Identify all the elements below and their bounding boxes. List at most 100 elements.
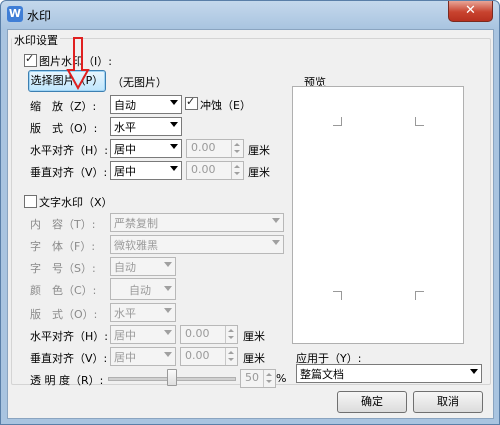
text-layout-value: 水平: [114, 307, 136, 320]
transparency-label: 透 明 度（R）:: [30, 374, 104, 387]
chevron-down-icon: [272, 218, 280, 223]
chevron-down-icon: [170, 144, 178, 149]
chevron-down-icon: [164, 262, 172, 267]
chevron-down-icon: [272, 240, 280, 245]
page-corner-mark: [333, 291, 342, 300]
color-label: 颜 色（C）:: [30, 284, 97, 297]
up-arrow-icon: [234, 143, 240, 146]
font-select[interactable]: 微软雅黑: [110, 235, 284, 254]
image-halign-label: 水平对齐（H）:: [30, 144, 108, 157]
size-label: 字 号（S）:: [30, 262, 96, 275]
image-valign-offset-value: 0.00: [191, 163, 216, 176]
text-watermark-label: 文字水印（X）: [39, 196, 113, 209]
chevron-down-icon: [164, 308, 172, 313]
spin-buttons[interactable]: [225, 348, 237, 365]
apply-to-value: 整篇文档: [300, 368, 344, 381]
image-valign-value: 居中: [114, 165, 136, 178]
text-layout-label: 版 式（O）:: [30, 308, 98, 321]
washout-checkbox[interactable]: [185, 95, 198, 110]
close-button[interactable]: ✕: [448, 1, 493, 22]
scale-select[interactable]: 自动: [110, 95, 182, 114]
content-select[interactable]: 严禁复制: [110, 213, 284, 232]
size-value: 自动: [114, 261, 136, 274]
image-halign-offset-value: 0.00: [191, 141, 216, 154]
transparency-slider-thumb[interactable]: [167, 369, 177, 386]
color-value: 自动: [129, 284, 151, 297]
up-arrow-icon: [228, 351, 234, 354]
apply-to-select[interactable]: 整篇文档: [296, 364, 482, 383]
image-halign-offset[interactable]: 0.00: [186, 139, 244, 158]
spin-buttons[interactable]: [231, 140, 243, 157]
image-halign-value: 居中: [114, 143, 136, 156]
chevron-down-icon: [164, 330, 172, 335]
transparency-spin[interactable]: 50: [240, 369, 276, 388]
text-layout-select[interactable]: 水平: [110, 303, 176, 322]
font-value: 微软雅黑: [114, 239, 158, 252]
text-valign-offset-value: 0.00: [185, 349, 210, 362]
chevron-down-icon: [164, 286, 172, 291]
page-corner-mark: [415, 117, 424, 126]
font-label: 字 体（F）:: [30, 240, 96, 253]
up-arrow-icon: [266, 373, 272, 376]
scale-label: 缩 放（Z）:: [30, 100, 97, 113]
image-valign-unit: 厘米: [248, 166, 270, 179]
text-halign-unit: 厘米: [243, 330, 265, 343]
text-halign-label: 水平对齐（H）:: [30, 330, 108, 343]
chevron-down-icon: [164, 352, 172, 357]
up-arrow-icon: [228, 329, 234, 332]
no-image-text: （无图片）: [112, 76, 167, 89]
content-label: 内 容（T）:: [30, 218, 96, 231]
title-bar[interactable]: W 水印 ✕: [1, 1, 499, 29]
group-label: 水印设置: [12, 32, 60, 48]
text-watermark-checkbox[interactable]: [24, 195, 37, 208]
text-valign-value: 居中: [114, 351, 136, 364]
percent-sign: %: [276, 372, 287, 385]
text-halign-value: 居中: [114, 329, 136, 342]
text-valign-select[interactable]: 居中: [110, 347, 176, 366]
spin-buttons[interactable]: [263, 370, 275, 387]
image-halign-select[interactable]: 居中: [110, 139, 182, 158]
page-corner-mark: [333, 117, 342, 126]
text-valign-offset[interactable]: 0.00: [180, 347, 238, 366]
image-halign-unit: 厘米: [248, 144, 270, 157]
text-halign-offset-value: 0.00: [185, 327, 210, 340]
cancel-button[interactable]: 取消: [413, 391, 483, 413]
text-valign-unit: 厘米: [243, 352, 265, 365]
chevron-down-icon: [170, 122, 178, 127]
image-valign-select[interactable]: 居中: [110, 161, 182, 180]
image-watermark-checkbox[interactable]: [24, 52, 37, 67]
chevron-down-icon: [170, 166, 178, 171]
page-corner-mark: [415, 291, 424, 300]
down-arrow-icon: [228, 336, 234, 339]
content-value: 严禁复制: [114, 217, 158, 230]
dialog-window: W 水印 ✕ 水印设置 图片水印（I）: 选择图片（P） （无图片） 缩 放（Z…: [0, 0, 500, 425]
ok-button[interactable]: 确定: [337, 391, 407, 413]
dialog-body: 水印设置 图片水印（I）: 选择图片（P） （无图片） 缩 放（Z）: 自动 冲…: [7, 29, 494, 419]
text-valign-label: 垂直对齐（V）:: [30, 352, 108, 365]
color-select[interactable]: 自动: [110, 278, 176, 300]
image-layout-select[interactable]: 水平: [110, 117, 182, 136]
transparency-value: 50: [245, 371, 259, 384]
spin-buttons[interactable]: [231, 162, 243, 179]
washout-label: 冲蚀（E）: [200, 99, 251, 112]
image-layout-label: 版 式（O）:: [30, 122, 98, 135]
down-arrow-icon: [234, 172, 240, 175]
down-arrow-icon: [228, 358, 234, 361]
down-arrow-icon: [266, 380, 272, 383]
chevron-down-icon: [170, 100, 178, 105]
spin-buttons[interactable]: [225, 326, 237, 343]
down-arrow-icon: [234, 150, 240, 153]
scale-value: 自动: [114, 99, 136, 112]
text-halign-offset[interactable]: 0.00: [180, 325, 238, 344]
text-halign-select[interactable]: 居中: [110, 325, 176, 344]
annotation-arrow-icon: [66, 37, 90, 90]
size-select[interactable]: 自动: [110, 257, 176, 276]
chevron-down-icon: [470, 369, 478, 374]
image-valign-offset[interactable]: 0.00: [186, 161, 244, 180]
up-arrow-icon: [234, 165, 240, 168]
image-valign-label: 垂直对齐（V）:: [30, 166, 108, 179]
wps-app-icon: W: [7, 6, 23, 22]
image-layout-value: 水平: [114, 121, 136, 134]
dialog-title: 水印: [27, 9, 52, 23]
preview-pane: [292, 86, 464, 344]
